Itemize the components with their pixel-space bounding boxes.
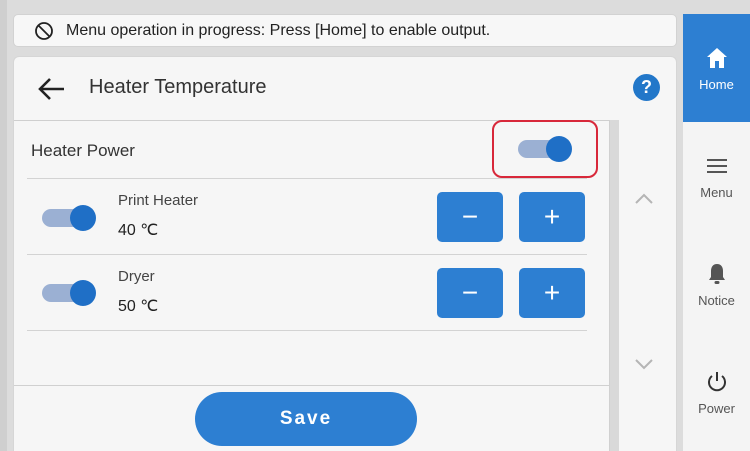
home-icon xyxy=(706,47,727,68)
dryer-value: 50 ℃ xyxy=(118,298,159,315)
dryer-toggle[interactable] xyxy=(40,278,98,308)
panel-header: Heater Temperature ? xyxy=(14,57,676,121)
scroll-down-chevron-icon[interactable] xyxy=(630,355,658,373)
power-icon xyxy=(707,371,726,391)
nav-label: Notice xyxy=(698,292,735,308)
divider xyxy=(27,330,587,331)
divider xyxy=(27,254,587,255)
print-heater-value: 40 ℃ xyxy=(118,222,159,239)
nav-label: Power xyxy=(698,400,735,416)
print-heater-increase-button[interactable]: + xyxy=(519,192,585,242)
toggle-knob xyxy=(70,205,96,231)
nav-menu[interactable]: Menu xyxy=(683,122,750,230)
toggle-knob xyxy=(70,280,96,306)
heater-power-label: Heater Power xyxy=(31,141,135,160)
status-bar: Menu operation in progress: Press [Home]… xyxy=(13,14,677,47)
bell-icon xyxy=(708,263,725,284)
divider xyxy=(27,178,587,179)
scrollbar-track[interactable] xyxy=(610,120,619,451)
help-button[interactable]: ? xyxy=(633,74,660,101)
page-title: Heater Temperature xyxy=(89,76,267,98)
print-heater-decrease-button[interactable]: − xyxy=(437,192,503,242)
nav-label: Home xyxy=(699,76,734,92)
dryer-increase-button[interactable]: + xyxy=(519,268,585,318)
hamburger-menu-icon xyxy=(706,158,727,173)
nav-home[interactable]: Home xyxy=(683,14,750,122)
print-heater-label: Print Heater xyxy=(118,192,199,209)
nav-label: Menu xyxy=(700,184,733,200)
scroll-up-chevron-icon[interactable] xyxy=(630,190,658,208)
back-arrow-icon[interactable] xyxy=(36,75,68,103)
dryer-decrease-button[interactable]: − xyxy=(437,268,503,318)
device-frame-edge xyxy=(0,0,7,451)
side-nav: Home Menu Notice Power xyxy=(683,14,750,451)
heater-temperature-panel: Heater Temperature ? Heater Power Print … xyxy=(13,56,677,451)
save-button[interactable]: Save xyxy=(195,392,417,446)
scroll-column xyxy=(609,120,676,451)
print-heater-toggle[interactable] xyxy=(40,203,98,233)
status-message: Menu operation in progress: Press [Home]… xyxy=(66,21,491,39)
dryer-label: Dryer xyxy=(118,268,155,285)
heater-power-toggle[interactable] xyxy=(516,134,574,164)
footer-divider xyxy=(14,385,609,386)
nav-power[interactable]: Power xyxy=(683,338,750,446)
toggle-knob xyxy=(546,136,572,162)
nav-notice[interactable]: Notice xyxy=(683,230,750,338)
no-output-icon xyxy=(35,21,53,40)
